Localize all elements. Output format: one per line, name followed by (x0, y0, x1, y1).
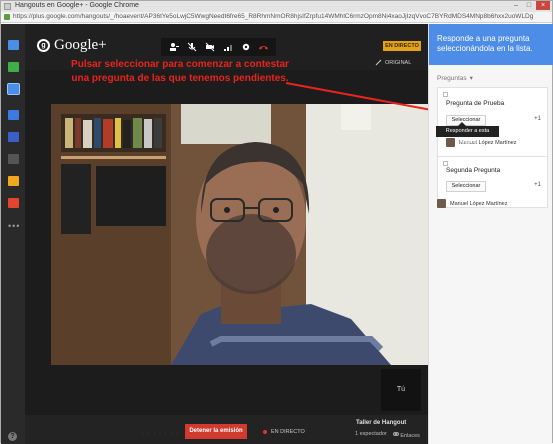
more-apps-icon[interactable]: ••• (8, 221, 20, 231)
chat-icon[interactable] (8, 40, 19, 50)
question-card: Pregunta de Prueba Seleccionar +1 Manuel… (437, 87, 548, 157)
questions-tab-label: Preguntas (437, 74, 467, 82)
qa-panel: Responde a una pregunta seleccionándola … (428, 24, 553, 444)
hangup-icon[interactable] (257, 41, 270, 54)
avatar (437, 199, 446, 208)
plus-one-count[interactable]: +1 (534, 182, 541, 188)
settings-icon[interactable] (239, 41, 252, 54)
live-status: EN DIRECTO (263, 429, 305, 435)
window-titlebar: Hangouts en Google+ - Google Chrome – □ … (1, 1, 552, 12)
screenshare-icon[interactable] (8, 62, 19, 72)
apps-rail: ••• ? (1, 24, 25, 444)
flag-icon[interactable] (443, 161, 448, 166)
url-text[interactable]: https://plus.google.com/hangouts/_/hoaev… (13, 13, 533, 20)
main-video-feed (51, 104, 430, 365)
signal-icon[interactable] (221, 41, 234, 54)
qa-icon[interactable] (7, 83, 20, 95)
question-author: Manuel López Martínez (437, 199, 507, 208)
minimize-button[interactable]: – (510, 1, 522, 10)
hangout-stage: g Google+ EN DIRECTO ORIGINAL Tú · · · ·… (25, 24, 430, 444)
address-bar[interactable]: https://plus.google.com/hangouts/_/hoaev… (1, 12, 552, 23)
hangout-bottombar: · · · · · · · Detener la emisión EN DIRE… (25, 415, 428, 444)
select-question-button[interactable]: Seleccionar (446, 115, 486, 126)
author-name: Manuel López Martínez (450, 200, 508, 207)
apps-icon[interactable] (8, 132, 19, 142)
live-dot-icon (263, 430, 267, 434)
window-title: Hangouts en Google+ - Google Chrome (15, 2, 139, 9)
plus-one-count[interactable]: +1 (534, 116, 541, 122)
chevron-down-icon: ▾ (469, 75, 473, 82)
camera-off-icon[interactable] (203, 41, 216, 54)
window-controls: – □ × (510, 1, 550, 10)
youtube-icon[interactable] (8, 110, 19, 120)
flag-icon[interactable] (443, 92, 448, 97)
maximize-button[interactable]: □ (523, 1, 535, 10)
stop-broadcast-button[interactable]: Detener la emisión (185, 424, 247, 439)
help-icon[interactable]: ? (8, 432, 17, 441)
speaker-video (51, 104, 430, 365)
links-button[interactable]: Enlaces (392, 431, 420, 439)
person-add-icon[interactable] (167, 41, 180, 54)
avatar (446, 138, 455, 147)
tutorial-annotation: Pulsar seleccionar para comenzar a conte… (71, 59, 289, 84)
browser-window: Hangouts en Google+ - Google Chrome – □ … (0, 0, 553, 444)
link-icon (392, 432, 399, 436)
close-button[interactable]: × (536, 1, 550, 10)
select-tooltip: Responder a esta pregunta (436, 122, 499, 145)
question-text: Pregunta de Prueba (446, 100, 505, 107)
viewer-count: 1 espectador (355, 431, 387, 437)
question-text: Segunda Pregunta (446, 167, 501, 174)
bottom-placeholder: · · · · · · · (142, 431, 179, 437)
mic-off-icon[interactable] (185, 41, 198, 54)
live-badge: EN DIRECTO (383, 41, 421, 51)
google-plus-icon: g (37, 39, 50, 52)
qa-panel-header: Responde a una pregunta seleccionándola … (429, 24, 553, 65)
questions-tab[interactable]: Preguntas ▾ (437, 74, 473, 83)
hangout-toolbar (161, 38, 276, 56)
photo-icon[interactable] (8, 154, 19, 164)
favicon-icon (4, 3, 11, 10)
lock-icon (4, 14, 10, 20)
drive-icon[interactable] (8, 176, 19, 186)
select-question-button[interactable]: Seleccionar (446, 181, 486, 192)
viewer-info: 1 espectador Enlaces (355, 431, 420, 439)
live-status-label: EN DIRECTO (271, 429, 305, 435)
original-label: ORIGINAL (385, 59, 412, 66)
links-label: Enlaces (400, 433, 420, 439)
magic-wand-icon (375, 59, 382, 66)
original-toggle[interactable]: ORIGINAL (375, 59, 411, 66)
hangout-name: Taller de Hangout (356, 420, 407, 426)
google-plus-logo: g Google+ (37, 37, 107, 54)
brand-name: Google+ (54, 37, 107, 53)
record-icon[interactable] (8, 198, 19, 208)
self-video-thumbnail[interactable]: Tú (381, 369, 421, 411)
